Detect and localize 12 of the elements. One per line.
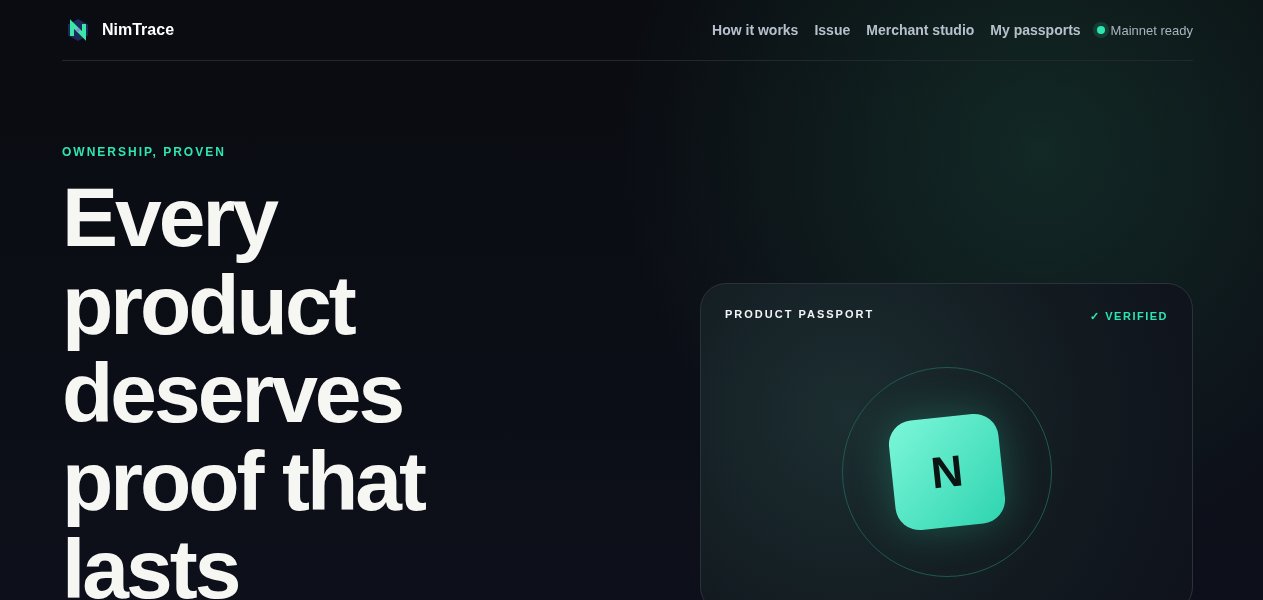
nav-link[interactable]: Merchant studio	[866, 22, 975, 38]
emblem-tile: N	[886, 411, 1007, 533]
verified-label: ✓ VERIFIED	[1090, 309, 1168, 323]
status-label: Mainnet ready	[1110, 22, 1193, 38]
nav-link[interactable]: Issue	[814, 22, 851, 38]
nav-link[interactable]: How it works	[712, 22, 799, 38]
hero-headline: Every product deserves proof that lasts	[62, 173, 426, 600]
nav-link[interactable]: My passports	[990, 22, 1081, 38]
brand-name[interactable]: NimTrace	[102, 21, 175, 39]
eyebrow-label: OWNERSHIP, PROVEN	[62, 145, 227, 159]
card-title: PRODUCT PASSPORT	[725, 308, 875, 322]
logo-icon	[66, 18, 90, 42]
